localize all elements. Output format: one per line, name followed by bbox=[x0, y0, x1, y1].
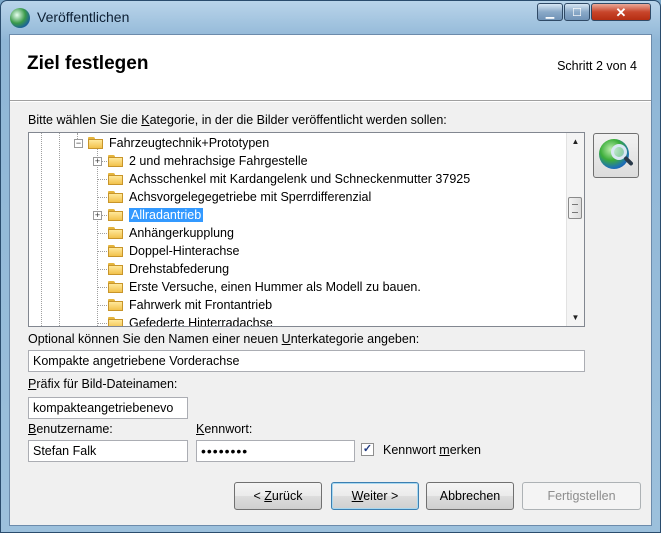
tree-item-label: Achsschenkel mit Kardangelenk und Schnec… bbox=[129, 172, 471, 186]
tree-connector bbox=[97, 233, 107, 234]
tree-item-label: Gefederte Hinterradachse bbox=[129, 316, 273, 327]
next-button[interactable]: Weiter > bbox=[331, 482, 419, 510]
tree-item-root[interactable]: Fahrzeugtechnik+Prototypen bbox=[88, 134, 269, 152]
folder-icon bbox=[108, 191, 124, 203]
cancel-button[interactable]: Abbrechen bbox=[426, 482, 514, 510]
tree-connector bbox=[97, 269, 107, 270]
tree-item-label: Allradantrieb bbox=[129, 208, 204, 222]
category-label: Bitte wählen Sie die Kategorie, in der d… bbox=[28, 113, 447, 127]
finish-button[interactable]: Fertigstellen bbox=[522, 482, 641, 510]
header-divider bbox=[10, 101, 651, 102]
tree-item[interactable]: Gefederte Hinterradachse bbox=[108, 314, 273, 327]
minimize-button[interactable]: ▁ bbox=[537, 3, 563, 21]
remember-password-checkbox[interactable]: ✓ bbox=[361, 443, 374, 456]
username-input[interactable]: Stefan Falk bbox=[28, 440, 188, 462]
tree-item-label: Doppel-Hinterachse bbox=[129, 244, 240, 258]
tree-item-label: 2 und mehrachsige Fahrgestelle bbox=[129, 154, 308, 168]
title-bar[interactable]: Veröffentlichen ▁ ☐ ✕ bbox=[1, 1, 660, 33]
tree-item-label: Fahrzeugtechnik+Prototypen bbox=[109, 136, 270, 150]
folder-icon bbox=[108, 227, 124, 239]
magnifier-handle bbox=[623, 155, 634, 167]
tree-connector bbox=[102, 215, 107, 216]
page-title: Ziel festlegen bbox=[27, 53, 149, 74]
tree-item[interactable]: Erste Versuche, einen Hummer als Modell … bbox=[108, 278, 421, 296]
tree-item[interactable]: Doppel-Hinterachse bbox=[108, 242, 239, 260]
folder-open-icon bbox=[88, 137, 104, 149]
step-indicator: Schritt 2 von 4 bbox=[557, 59, 637, 73]
tree-connector bbox=[102, 161, 107, 162]
tree-item-label: Anhängerkupplung bbox=[129, 226, 234, 240]
back-button[interactable]: < Zurück bbox=[234, 482, 322, 510]
tree-item-selected[interactable]: Allradantrieb bbox=[108, 206, 204, 224]
subcategory-input[interactable]: Kompakte angetriebene Vorderachse bbox=[28, 350, 585, 372]
tree-item[interactable]: 2 und mehrachsige Fahrgestelle bbox=[108, 152, 308, 170]
prefix-label: Präfix für Bild-Dateinamen: bbox=[28, 377, 178, 391]
dialog-client: Ziel festlegen Schritt 2 von 4 Bitte wäh… bbox=[9, 34, 652, 526]
password-input[interactable]: •••••••• bbox=[196, 440, 355, 462]
tree-connector bbox=[97, 287, 107, 288]
folder-icon bbox=[108, 317, 124, 326]
folder-icon bbox=[108, 173, 124, 185]
tree-item[interactable]: Drehstabfederung bbox=[108, 260, 229, 278]
collapse-toggle[interactable]: − bbox=[74, 139, 83, 148]
scroll-thumb[interactable] bbox=[568, 197, 582, 219]
wizard-header: Ziel festlegen Schritt 2 von 4 bbox=[10, 35, 651, 101]
tree-connector bbox=[97, 323, 107, 324]
expand-toggle[interactable]: + bbox=[93, 157, 102, 166]
folder-icon bbox=[108, 155, 124, 167]
close-button[interactable]: ✕ bbox=[591, 3, 651, 21]
tree-item-label: Erste Versuche, einen Hummer als Modell … bbox=[129, 280, 421, 294]
tree-connector bbox=[97, 251, 107, 252]
folder-icon bbox=[108, 263, 124, 275]
tree-item-label: Achsvorgelegegetriebe mit Sperrdifferenz… bbox=[129, 190, 372, 204]
password-label: Kennwort: bbox=[196, 422, 253, 436]
tree-connector bbox=[97, 197, 107, 198]
folder-icon bbox=[108, 281, 124, 293]
tree-item-label: Drehstabfederung bbox=[129, 262, 230, 276]
username-label: Benutzername: bbox=[28, 422, 113, 436]
tree-item-label: Fahrwerk mit Frontantrieb bbox=[129, 298, 273, 312]
tree-scrollbar[interactable]: ▲ ▼ bbox=[566, 133, 584, 326]
expand-toggle[interactable]: + bbox=[93, 211, 102, 220]
prefix-input[interactable]: kompakteangetriebenevo bbox=[28, 397, 188, 419]
scroll-up-arrow-icon[interactable]: ▲ bbox=[567, 133, 584, 150]
window-title: Veröffentlichen bbox=[37, 9, 130, 25]
folder-icon bbox=[108, 245, 124, 257]
category-tree[interactable]: − Fahrzeugtechnik+Prototypen + 2 und meh… bbox=[28, 132, 585, 327]
browse-web-button[interactable] bbox=[593, 133, 639, 178]
tree-guide bbox=[41, 133, 42, 326]
tree-item[interactable]: Fahrwerk mit Frontantrieb bbox=[108, 296, 272, 314]
folder-icon bbox=[108, 299, 124, 311]
maximize-button[interactable]: ☐ bbox=[564, 3, 590, 21]
publish-dialog: Veröffentlichen ▁ ☐ ✕ Ziel festlegen Sch… bbox=[0, 0, 661, 533]
tree-item[interactable]: Anhängerkupplung bbox=[108, 224, 234, 242]
remember-password-label[interactable]: Kennwort merken bbox=[383, 443, 481, 457]
subcategory-label: Optional können Sie den Namen einer neue… bbox=[28, 332, 420, 346]
tree-connector bbox=[97, 305, 107, 306]
folder-icon bbox=[108, 209, 124, 221]
app-icon bbox=[10, 8, 30, 28]
scroll-down-arrow-icon[interactable]: ▼ bbox=[567, 309, 584, 326]
tree-guide bbox=[97, 147, 98, 326]
tree-item[interactable]: Achsschenkel mit Kardangelenk und Schnec… bbox=[108, 170, 470, 188]
tree-connector bbox=[97, 179, 107, 180]
tree-item[interactable]: Achsvorgelegegetriebe mit Sperrdifferenz… bbox=[108, 188, 371, 206]
tree-guide bbox=[59, 133, 60, 326]
